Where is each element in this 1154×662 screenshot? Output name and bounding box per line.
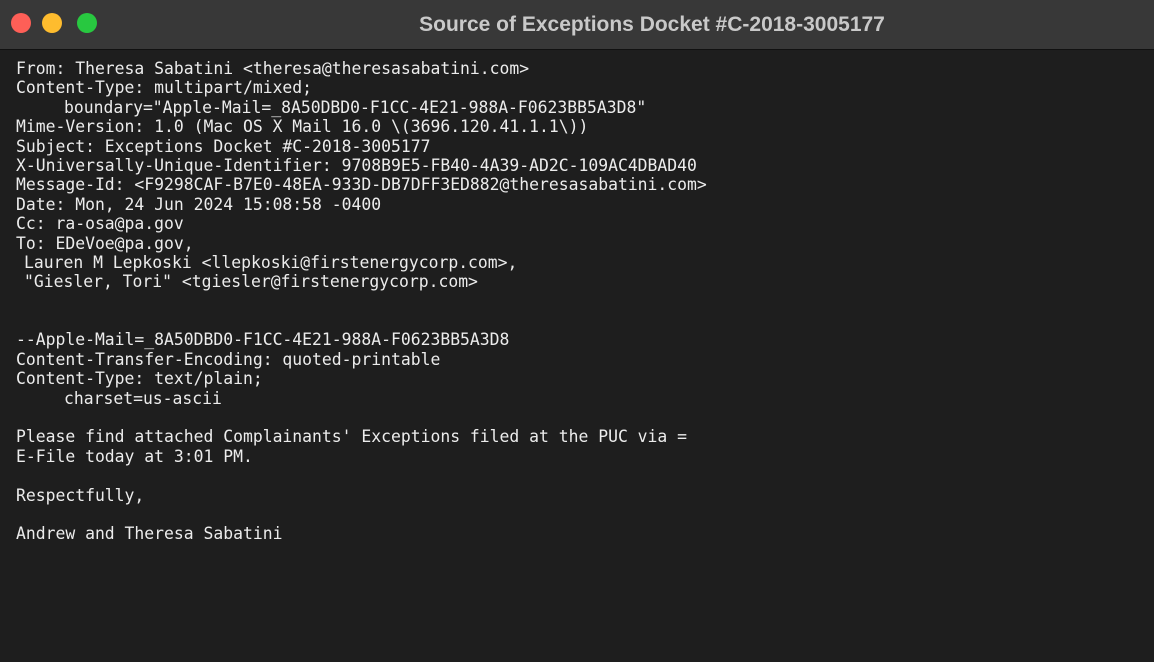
header-cc: Cc: ra-osa@pa.gov [16, 214, 184, 234]
blank-line [16, 408, 707, 427]
mime-part-boundary: --Apple-Mail=_8A50DBD0-F1CC-4E21-988A-F0… [16, 330, 510, 350]
body-line: Please find attached Complainants' Excep… [16, 427, 688, 447]
blank-line [16, 466, 707, 485]
blank-line [16, 505, 707, 524]
message-source-text[interactable]: From: Theresa Sabatini <theresa@theresas… [16, 59, 707, 544]
header-mime-version: Mime-Version: 1.0 (Mac OS X Mail 16.0 \(… [16, 117, 589, 137]
header-date: Date: Mon, 24 Jun 2024 15:08:58 -0400 [16, 194, 382, 214]
blank-line [16, 292, 707, 311]
header-to-recipient-2: Lauren M Lepkoski <llepkoski@firstenergy… [24, 252, 518, 272]
window-title: Source of Exceptions Docket #C-2018-3005… [419, 13, 885, 36]
message-source-view[interactable]: From: Theresa Sabatini <theresa@theresas… [0, 50, 1154, 662]
body-closing: Respectfully, [16, 485, 145, 505]
header-uuid: X-Universally-Unique-Identifier: 9708B9E… [16, 155, 697, 175]
header-subject: Subject: Exceptions Docket #C-2018-30051… [16, 136, 431, 156]
header-content-type: Content-Type: multipart/mixed; [16, 78, 313, 98]
blank-line [16, 311, 707, 330]
mail-source-window: Source of Exceptions Docket #C-2018-3005… [0, 0, 1154, 662]
header-to-recipient-3: "Giesler, Tori" <tgiesler@firstenergycor… [24, 272, 478, 292]
part-transfer-encoding: Content-Transfer-Encoding: quoted-printa… [16, 349, 441, 369]
header-from: From: Theresa Sabatini <theresa@theresas… [16, 59, 530, 78]
part-content-type: Content-Type: text/plain; [16, 369, 263, 389]
header-message-id: Message-Id: <F9298CAF-B7E0-48EA-933D-DB7… [16, 175, 707, 195]
body-line: E-File today at 3:01 PM. [16, 446, 253, 466]
header-boundary: boundary="Apple-Mail=_8A50DBD0-F1CC-4E21… [64, 97, 647, 117]
title-bar[interactable]: Source of Exceptions Docket #C-2018-3005… [0, 0, 1154, 50]
body-signature: Andrew and Theresa Sabatini [16, 524, 283, 544]
part-charset: charset=us-ascii [64, 388, 222, 408]
header-to: To: EDeVoe@pa.gov, [16, 233, 194, 253]
